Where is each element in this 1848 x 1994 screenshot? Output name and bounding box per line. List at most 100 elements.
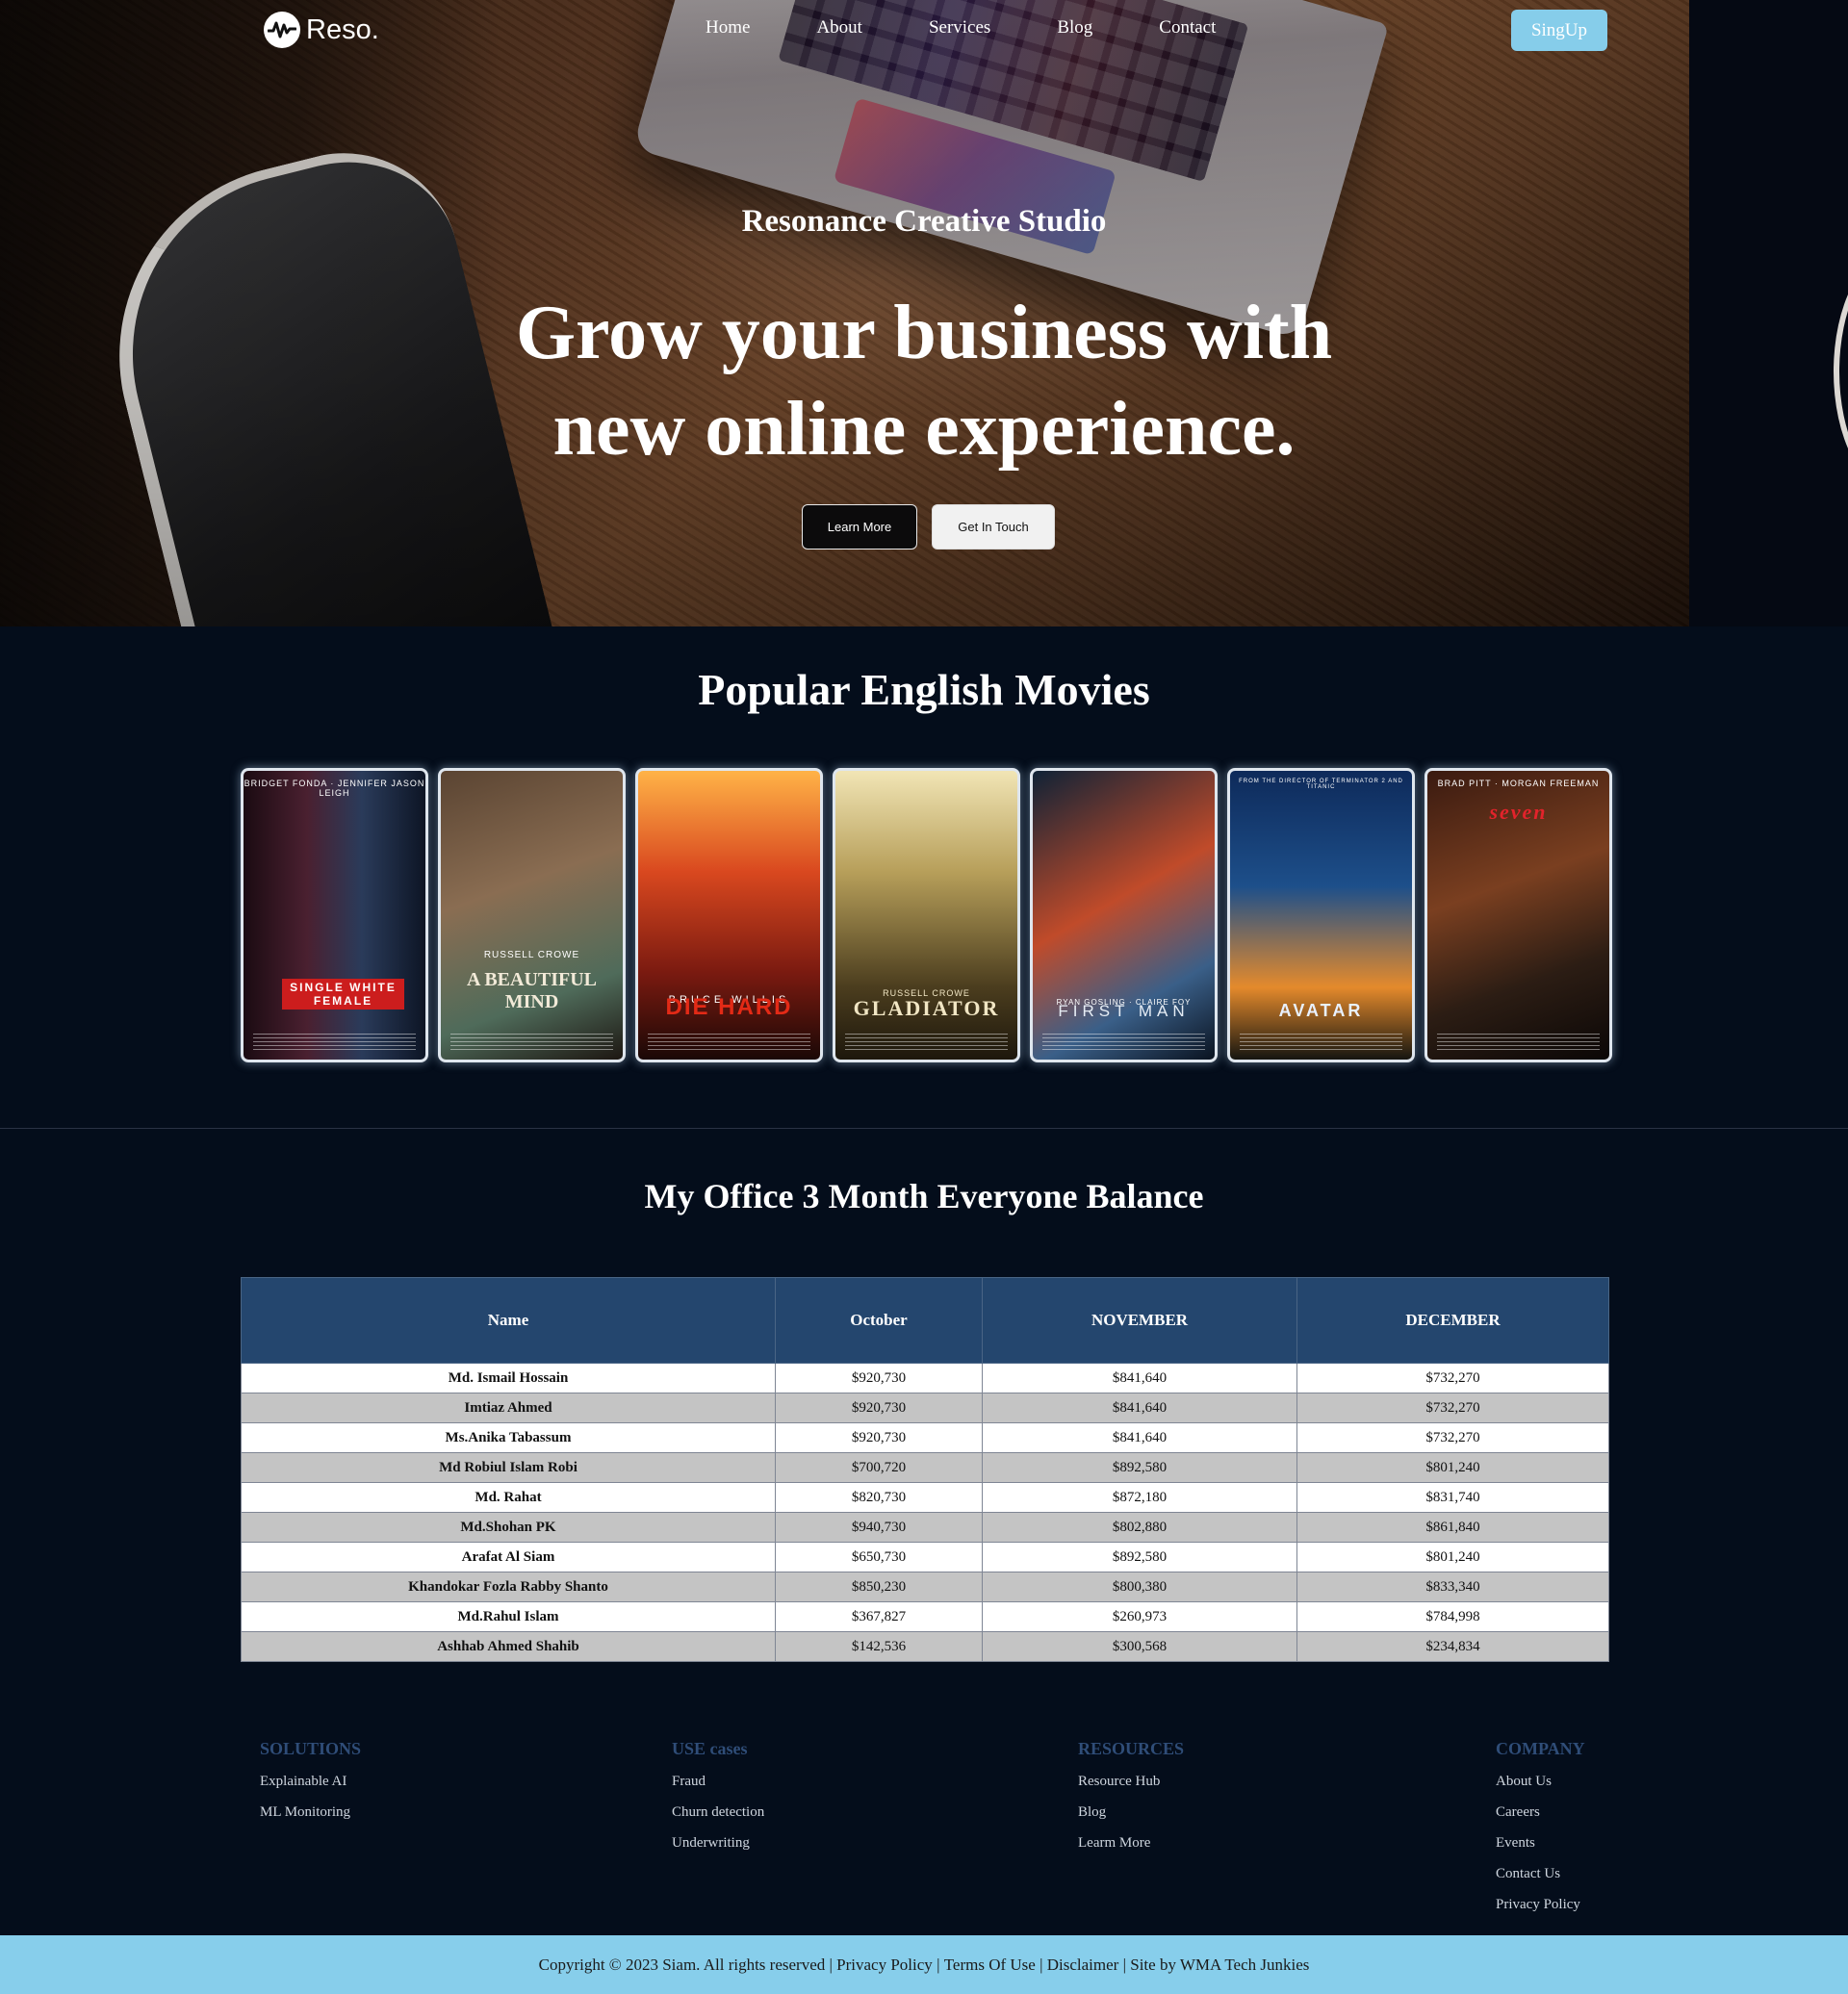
bottom-link-privacy-policy[interactable]: Privacy Policy: [836, 1956, 933, 1975]
footer-link-explainable-ai[interactable]: Explainable AI: [260, 1773, 361, 1790]
cell-november: $802,880: [982, 1512, 1297, 1543]
poster-title: FIRST MAN: [1058, 1002, 1190, 1020]
poster-billing-block: [1437, 1033, 1600, 1050]
cell-name: Ashhab Ahmed Shahib: [241, 1631, 776, 1662]
separator: |: [932, 1955, 944, 1974]
cell-october: $650,730: [775, 1542, 983, 1572]
footer-heading: COMPANY: [1496, 1739, 1585, 1758]
footer-link-resource-hub[interactable]: Resource Hub: [1078, 1773, 1184, 1790]
cell-october: $142,536: [775, 1631, 983, 1662]
movie-poster[interactable]: BRAD PITT · MORGAN FREEMAN seven: [1424, 768, 1612, 1062]
footer-heading: SOLUTIONS: [260, 1739, 362, 1758]
cell-november: $841,640: [982, 1393, 1297, 1423]
table-row: Md. Rahat $820,730 $872,180 $831,740: [241, 1482, 1609, 1513]
footer-column-use-cases: USE cases Fraud Churn detection Underwri…: [672, 1739, 764, 1865]
nav-contact[interactable]: Contact: [1159, 17, 1216, 38]
cell-december: $732,270: [1296, 1363, 1609, 1393]
poster-billing-block: [1240, 1033, 1402, 1050]
balance-table: Name October NOVEMBER DECEMBER Md. Ismai…: [241, 1277, 1609, 1662]
signup-button[interactable]: SingUp: [1511, 10, 1607, 51]
copyright-text: Copyright © 2023 Siam. All rights reserv…: [538, 1955, 826, 1974]
poster-title: AVATAR: [1278, 1001, 1364, 1020]
nav-home[interactable]: Home: [706, 17, 750, 38]
separator: |: [1118, 1955, 1131, 1974]
header-november: NOVEMBER: [982, 1277, 1297, 1364]
cell-december: $833,340: [1296, 1572, 1609, 1602]
site-footer: SOLUTIONS Explainable AI ML Monitoring U…: [0, 1720, 1848, 1935]
section-divider: [0, 1128, 1848, 1129]
poster-credit: BRAD PITT · MORGAN FREEMAN: [1437, 779, 1600, 788]
cell-november: $892,580: [982, 1542, 1297, 1572]
nav-blog[interactable]: Blog: [1057, 17, 1092, 38]
footer-link-ml-monitoring[interactable]: ML Monitoring: [260, 1803, 361, 1821]
movie-poster[interactable]: FROM THE DIRECTOR OF TERMINATOR 2 AND TI…: [1227, 768, 1415, 1062]
learn-more-button[interactable]: Learn More: [802, 504, 917, 550]
cell-name: Arafat Al Siam: [241, 1542, 776, 1572]
footer-link-churn-detection[interactable]: Churn detection: [672, 1803, 764, 1821]
cell-december: $732,270: [1296, 1422, 1609, 1453]
poster-credit: FROM THE DIRECTOR OF TERMINATOR 2 AND TI…: [1239, 779, 1403, 790]
footer-link-learn-more[interactable]: Learm More: [1078, 1834, 1184, 1852]
movie-poster-row: BRIDGET FONDA · JENNIFER JASON LEIGH SIN…: [241, 768, 1612, 1062]
cell-october: $920,730: [775, 1422, 983, 1453]
footer-link-events[interactable]: Events: [1496, 1834, 1585, 1852]
movie-poster[interactable]: RYAN GOSLING · CLAIRE FOY FIRST MAN: [1030, 768, 1218, 1062]
poster-billing-block: [1042, 1033, 1205, 1050]
footer-link-careers[interactable]: Careers: [1496, 1803, 1585, 1821]
bottom-link-disclaimer[interactable]: Disclaimer: [1047, 1956, 1119, 1975]
footer-heading: USE cases: [672, 1739, 748, 1758]
cell-name: Md Robiul Islam Robi: [241, 1452, 776, 1483]
brand-name: Reso.: [306, 13, 379, 45]
movie-poster[interactable]: RUSSELL CROWE A BEAUTIFUL MIND: [438, 768, 626, 1062]
nav-about[interactable]: About: [816, 17, 862, 38]
cell-name: Khandokar Fozla Rabby Shanto: [241, 1572, 776, 1602]
main-nav: Home About Services Blog Contact: [706, 17, 1216, 38]
cell-december: $801,240: [1296, 1542, 1609, 1572]
cell-name: Md.Shohan PK: [241, 1512, 776, 1543]
cell-name: Md.Rahul Islam: [241, 1601, 776, 1632]
cell-november: $892,580: [982, 1452, 1297, 1483]
header-name: Name: [241, 1277, 776, 1364]
table-row: Imtiaz Ahmed $920,730 $841,640 $732,270: [241, 1393, 1609, 1423]
cell-october: $367,827: [775, 1601, 983, 1632]
table-row: Md. Ismail Hossain $920,730 $841,640 $73…: [241, 1363, 1609, 1393]
cell-november: $260,973: [982, 1601, 1297, 1632]
poster-billing-block: [845, 1033, 1008, 1050]
cell-december: $831,740: [1296, 1482, 1609, 1513]
brand-logo[interactable]: Reso.: [264, 12, 379, 48]
movie-poster[interactable]: BRIDGET FONDA · JENNIFER JASON LEIGH SIN…: [241, 768, 428, 1062]
cell-december: $234,834: [1296, 1631, 1609, 1662]
cell-november: $300,568: [982, 1631, 1297, 1662]
footer-link-underwriting[interactable]: Underwriting: [672, 1834, 764, 1852]
footer-link-privacy-policy[interactable]: Privacy Policy: [1496, 1896, 1585, 1913]
separator: |: [1035, 1955, 1047, 1974]
cell-october: $700,720: [775, 1452, 983, 1483]
footer-column-company: COMPANY About Us Careers Events Contact …: [1496, 1739, 1585, 1927]
cell-name: Imtiaz Ahmed: [241, 1393, 776, 1423]
cell-december: $784,998: [1296, 1601, 1609, 1632]
footer-link-about-us[interactable]: About Us: [1496, 1773, 1585, 1790]
cell-november: $800,380: [982, 1572, 1297, 1602]
poster-title: seven: [1489, 800, 1548, 824]
footer-link-fraud[interactable]: Fraud: [672, 1773, 764, 1790]
bottom-link-terms-of-use[interactable]: Terms Of Use: [944, 1956, 1036, 1975]
cell-october: $850,230: [775, 1572, 983, 1602]
table-row: Md.Shohan PK $940,730 $802,880 $861,840: [241, 1512, 1609, 1543]
header-october: October: [775, 1277, 983, 1364]
poster-billing-block: [648, 1033, 810, 1050]
separator: |: [825, 1955, 837, 1974]
poster-title: SINGLE WHITE FEMALE: [282, 979, 404, 1010]
footer-link-blog[interactable]: Blog: [1078, 1803, 1184, 1821]
footer-link-contact-us[interactable]: Contact Us: [1496, 1865, 1585, 1882]
header-december: DECEMBER: [1296, 1277, 1609, 1364]
bottom-link-site-by[interactable]: Site by WMA Tech Junkies: [1130, 1956, 1309, 1975]
nav-services[interactable]: Services: [929, 17, 990, 38]
cell-october: $920,730: [775, 1393, 983, 1423]
get-in-touch-button[interactable]: Get In Touch: [932, 504, 1055, 550]
hero-headline-line1: Grow your business with: [515, 291, 1333, 375]
poster-title: A BEAUTIFUL MIND: [466, 969, 598, 1012]
poster-credit: BRIDGET FONDA · JENNIFER JASON LEIGH: [244, 779, 425, 798]
cell-november: $841,640: [982, 1422, 1297, 1453]
movie-poster[interactable]: RUSSELL CROWE GLADIATOR: [833, 768, 1020, 1062]
movie-poster[interactable]: BRUCE WILLIS DIE HARD: [635, 768, 823, 1062]
